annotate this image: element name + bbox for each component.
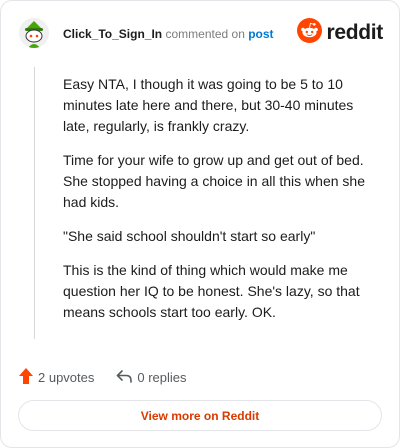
comment-body: Easy NTA, I though it was going to be 5 … <box>63 74 379 336</box>
comment-paragraph: This is the kind of thing which would ma… <box>63 262 360 320</box>
reply-button[interactable]: 0 replies <box>116 369 187 386</box>
reddit-wordmark: reddit <box>326 21 383 44</box>
author-name[interactable]: Click_To_Sign_In <box>63 27 162 41</box>
reply-arrow-icon <box>116 369 137 386</box>
comment-embed-card: Click_To_Sign_In commented on post reddi… <box>0 0 400 448</box>
thread-line <box>34 67 35 339</box>
comment-actions: 2 upvotes 0 replies <box>19 367 187 387</box>
comment-header: Click_To_Sign_In commented on post reddi… <box>19 18 383 52</box>
comment-paragraph: Easy NTA, I though it was going to be 5 … <box>63 76 354 134</box>
comment-paragraph: Time for your wife to grow up and get ou… <box>63 152 365 210</box>
reddit-brand[interactable]: reddit <box>297 18 383 48</box>
upvote-button[interactable]: 2 upvotes <box>19 367 95 387</box>
post-link[interactable]: post <box>248 27 273 41</box>
upvote-arrow-icon <box>19 367 38 387</box>
author-line: Click_To_Sign_In commented on post <box>63 27 274 41</box>
reddit-logo-icon <box>297 18 323 48</box>
view-more-button[interactable]: View more on Reddit <box>18 400 382 431</box>
snoo-avatar-icon[interactable] <box>19 18 49 48</box>
upvote-count: 2 upvotes <box>38 369 95 385</box>
commented-on-text: commented on <box>165 27 245 41</box>
reply-count: 0 replies <box>137 369 187 385</box>
comment-paragraph: "She said school shouldn't start so earl… <box>63 228 316 244</box>
